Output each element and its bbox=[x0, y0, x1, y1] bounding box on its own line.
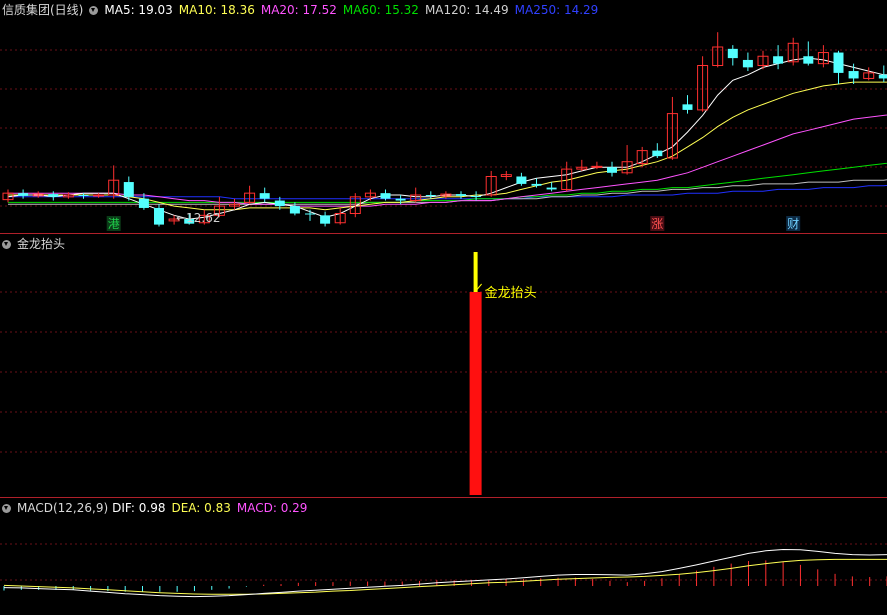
event-badge-text: 财 bbox=[787, 217, 799, 231]
candle-body bbox=[93, 194, 105, 197]
candle-body bbox=[727, 48, 738, 59]
ma20-value: MA20: 17.52 bbox=[260, 3, 337, 17]
candle-body bbox=[259, 193, 270, 199]
candle-body bbox=[395, 198, 406, 201]
candle-body bbox=[289, 206, 300, 214]
candle-body bbox=[591, 165, 603, 168]
indicator-panel[interactable]: 金龙抬头 金龙抬头 bbox=[0, 234, 887, 498]
dea-value: DEA: 0.83 bbox=[171, 501, 231, 515]
candle-body bbox=[531, 183, 542, 186]
candle-body bbox=[320, 215, 331, 224]
ma20-line bbox=[8, 114, 887, 207]
macd-panel[interactable]: MACD(12,26,9) DIF: 0.98 DEA: 0.83 MACD: 0.2… bbox=[0, 498, 887, 615]
signal-label: 金龙抬头 bbox=[485, 285, 537, 301]
candle-body bbox=[48, 194, 59, 197]
price-panel[interactable]: ←12.62 港 涨 财 信质集团(日线) MA5: 19.03 MA10: 18.36 M… bbox=[0, 0, 887, 234]
dif-line bbox=[3, 548, 887, 598]
candle-body bbox=[682, 104, 693, 110]
event-badge-text: 涨 bbox=[651, 216, 663, 231]
ma10-value: MA10: 18.36 bbox=[178, 3, 255, 17]
indicator-title: 金龙抬头 bbox=[17, 237, 66, 251]
event-badge-text: 港 bbox=[108, 217, 120, 231]
ma60-value: MA60: 15.32 bbox=[342, 3, 419, 17]
indicator-menu-icon[interactable] bbox=[2, 504, 11, 513]
signal-bar bbox=[469, 292, 482, 495]
ma120-value: MA120: 14.49 bbox=[424, 3, 509, 17]
candle-body bbox=[546, 187, 557, 190]
indicator-menu-icon[interactable] bbox=[2, 240, 11, 249]
macd-value: MACD: 0.29 bbox=[236, 501, 308, 515]
candle-body bbox=[456, 194, 466, 196]
candle-body bbox=[773, 56, 784, 64]
candle-body bbox=[425, 195, 436, 196]
candle-body bbox=[833, 52, 844, 73]
candle-body bbox=[154, 207, 164, 225]
candle-body bbox=[607, 167, 617, 173]
indicator-header: 金龙抬头 bbox=[2, 237, 71, 251]
macd-header: MACD(12,26,9) DIF: 0.98 DEA: 0.83 MACD: 0.2… bbox=[2, 501, 313, 515]
stock-name: 信质集团(日线) bbox=[2, 3, 84, 17]
signal-chart: 金龙抬头 bbox=[0, 252, 887, 495]
indicator-menu-icon[interactable] bbox=[89, 6, 99, 15]
candle-body bbox=[305, 213, 315, 215]
macd-chart bbox=[0, 543, 887, 598]
candle-body bbox=[123, 182, 134, 197]
candle-body bbox=[803, 56, 814, 64]
ma5-value: MA5: 19.03 bbox=[104, 3, 173, 17]
candle-body bbox=[878, 74, 887, 79]
ma250-value: MA250: 14.29 bbox=[514, 3, 599, 17]
candlestick-chart[interactable]: ←12.62 港 涨 财 bbox=[0, 0, 887, 234]
candle-body bbox=[652, 150, 663, 157]
candle-body bbox=[471, 195, 482, 197]
dea-line bbox=[3, 558, 887, 595]
candle-body bbox=[380, 193, 391, 199]
candle-body bbox=[848, 71, 859, 79]
price-header: 信质集团(日线) MA5: 19.03 MA10: 18.36 MA20: 17.52… bbox=[2, 3, 604, 17]
candle-body bbox=[18, 193, 29, 196]
signal-tip bbox=[473, 252, 478, 292]
candle-body bbox=[138, 198, 149, 208]
low-price-label: ←12.62 bbox=[176, 211, 220, 225]
ma10-line bbox=[8, 81, 887, 211]
dif-value: DIF: 0.98 bbox=[112, 501, 166, 515]
candle-body bbox=[742, 59, 753, 68]
candle-body bbox=[274, 200, 285, 207]
candle-body bbox=[78, 195, 89, 196]
candle-body bbox=[516, 176, 527, 184]
macd-label: MACD(12,26,9) bbox=[17, 501, 109, 515]
